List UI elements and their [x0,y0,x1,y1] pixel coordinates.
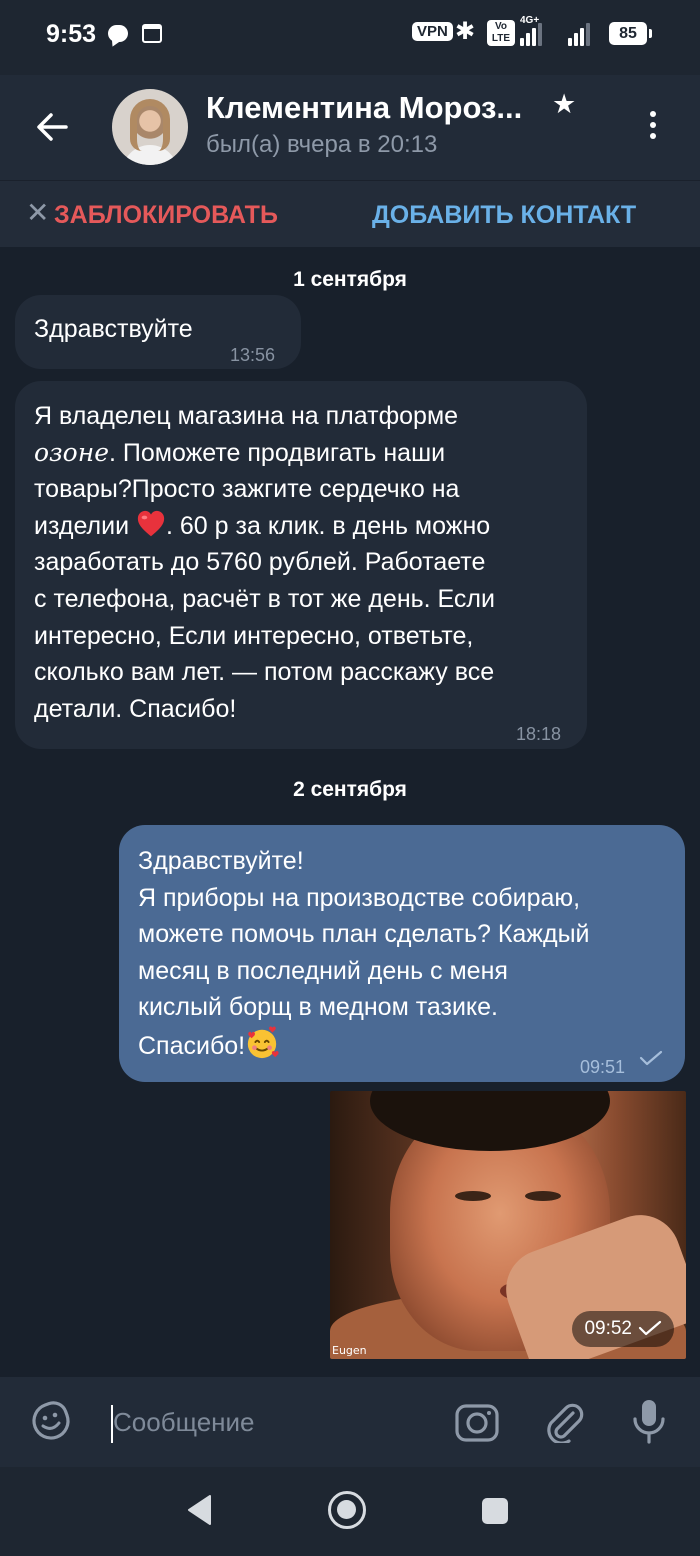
emoji-sticker-icon[interactable] [30,1400,72,1442]
add-contact-button[interactable]: ДОБАВИТЬ КОНТАКТ [372,201,636,230]
smiling-face-with-hearts-icon [247,1026,279,1059]
bluetooth-icon: ✱ [455,18,476,45]
back-arrow-icon[interactable] [34,109,70,145]
last-seen-status: был(а) вчера в 20:13 [206,131,438,158]
contact-avatar[interactable] [112,89,188,165]
photo-watermark: Eugen [332,1344,367,1357]
date-separator: 2 сентября [293,778,407,801]
status-time: 9:53 [46,20,97,48]
contact-name[interactable]: Клементина Мороз... [206,90,522,126]
message-text: Я владелец магазина на платформе озонe. … [34,398,574,727]
red-heart-icon [137,510,165,536]
battery-icon: 85 [609,22,652,45]
message-line: изделии . 60 р за клик. в день можно [34,508,574,545]
message-line: месяц в последний день с меня [138,956,508,985]
message-composer [0,1377,700,1467]
sent-check-icon [638,1320,662,1336]
system-navigation-bar [0,1467,700,1556]
contact-action-bar: ✕ ЗАБЛОКИРОВАТЬ ДОБАВИТЬ КОНТАКТ [0,180,700,247]
message-bubble-incoming[interactable]: Здравствуйте 13:56 [15,295,301,369]
message-line: Я владелец магазина на платформе [34,402,459,430]
message-line: Я приборы на производстве собираю, [138,883,581,912]
status-bar: 9:53 VPN ✱ Vo LTE 4G+ 85 [0,0,700,75]
message-line: можете помочь план сделать? Каждый [138,920,590,949]
block-button[interactable]: ЗАБЛОКИРОВАТЬ [54,201,278,230]
message-time: 18:18 [516,724,562,744]
message-list[interactable]: 1 сентября Здравствуйте 13:56 Я владелец… [0,247,700,1377]
message-line: заработать до 5760 рублей. Работаете [34,548,486,577]
message-input[interactable] [113,1399,433,1445]
message-line: интересно, Если интересно, ответьте, [34,621,474,650]
message-fragment: изделии [34,511,130,540]
star-icon: ★ [552,89,577,119]
message-bubble-outgoing[interactable]: Здравствуйте! Я приборы на производстве … [119,825,685,1082]
message-line: с телефона, расчёт в тот же день. Если [34,584,495,613]
signal-strength-icon [520,22,542,46]
calendar-notification-icon [142,24,162,43]
more-options-icon[interactable] [648,111,658,145]
message-fragment: . 60 р за клик. в день можно [166,511,491,540]
close-icon[interactable]: ✕ [26,198,49,228]
message-time: 09:51 [580,1057,626,1077]
nav-recents-icon[interactable] [482,1498,508,1524]
message-bubble-incoming[interactable]: Я владелец магазина на платформе озонe. … [15,381,587,749]
message-line: озонe. Поможете продвигать наши [34,437,446,467]
chat-header: Клементина Мороз... ★ был(а) вчера в 20:… [0,75,700,180]
message-line: детали. Спасибо! [34,694,237,723]
vpn-badge: VPN [412,22,453,41]
signal-strength-icon-2 [568,22,590,46]
message-line: кислый борщ в медном тазике. [138,993,498,1022]
message-line: Здравствуйте! [138,847,304,875]
message-fragment: Спасибо! [138,1031,246,1060]
message-time: 13:56 [230,345,276,365]
ozone-word: озонe [34,437,109,467]
microphone-icon[interactable] [630,1397,668,1445]
sent-check-icon [639,1050,663,1066]
photo-time-badge: 09:52 [572,1311,674,1347]
message-time: 09:52 [584,1318,632,1339]
message-line: товары?Просто зажгите сердечко на [34,475,460,504]
photo-message[interactable]: Eugen 09:52 [330,1091,686,1359]
date-separator: 1 сентября [293,268,407,291]
message-line: сколько вам лет. — потом расскажу все [34,658,495,687]
message-text: Здравствуйте! Я приборы на производстве … [138,843,673,1065]
camera-icon[interactable] [454,1400,500,1444]
nav-back-icon[interactable] [186,1494,214,1526]
message-text: Здравствуйте [34,315,193,343]
attach-paperclip-icon[interactable] [543,1399,585,1443]
nav-home-icon[interactable] [328,1491,366,1529]
chat-notification-icon [108,25,128,42]
volte-badge: Vo LTE [487,20,515,46]
